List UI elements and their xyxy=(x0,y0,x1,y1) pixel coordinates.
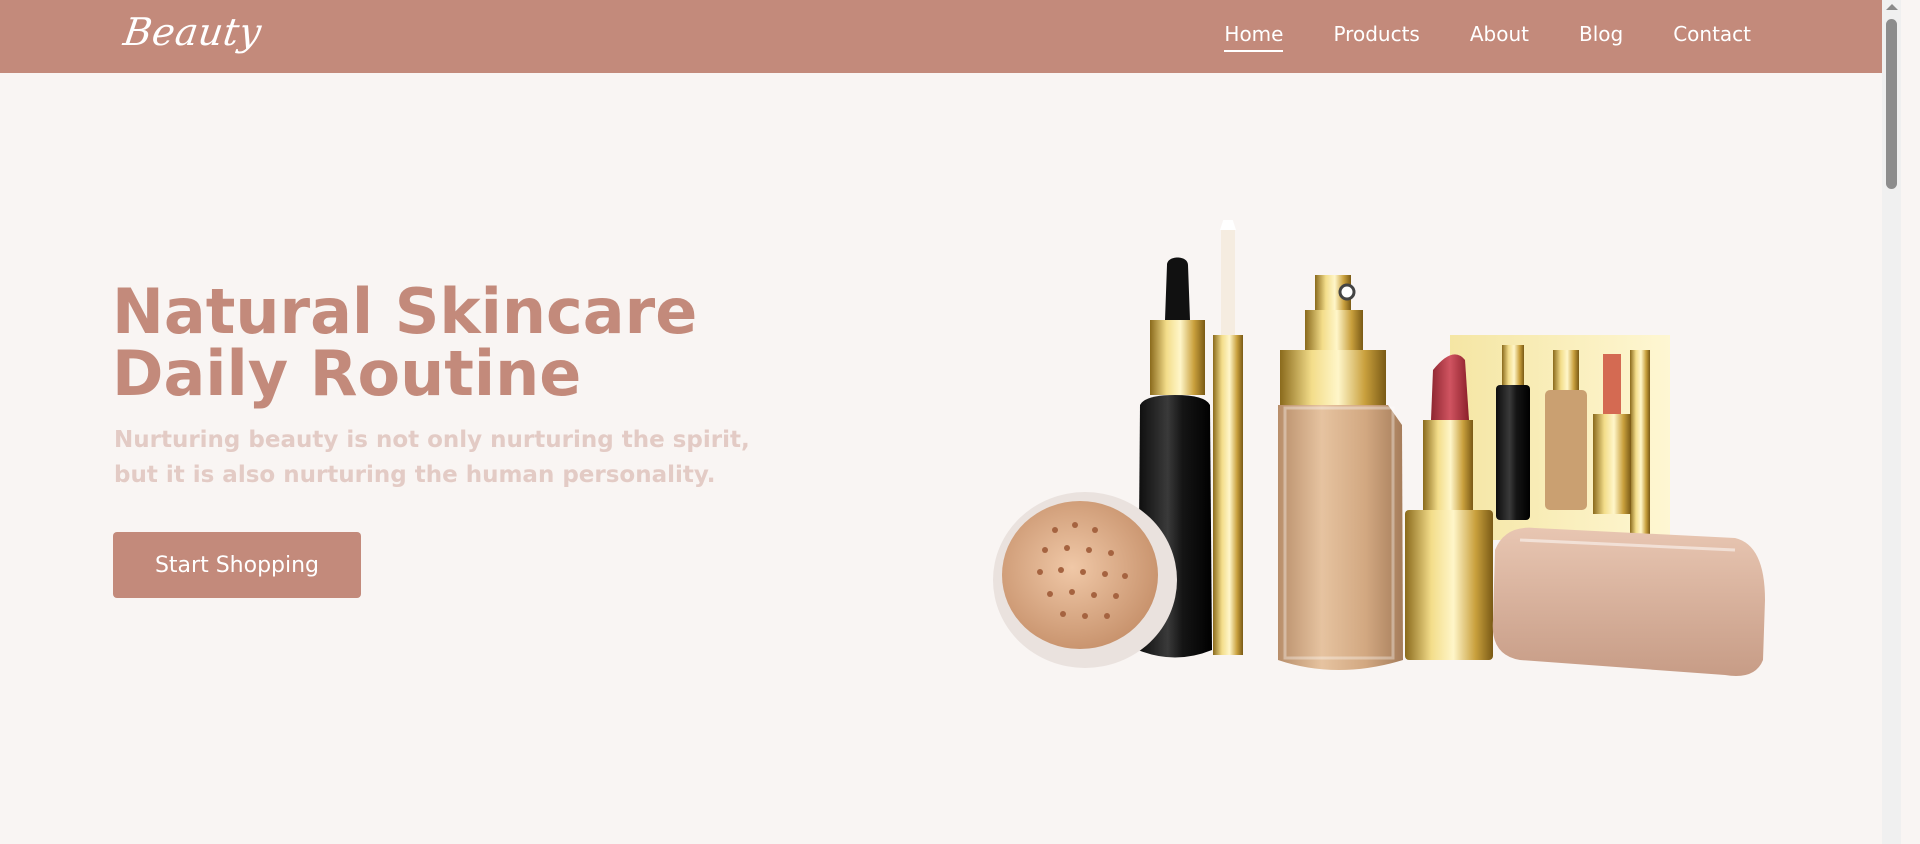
nav-item-contact[interactable]: Contact xyxy=(1673,22,1751,52)
nav-item-home[interactable]: Home xyxy=(1224,22,1284,52)
scrollbar[interactable] xyxy=(1882,0,1901,844)
hero-subtitle: Nurturing beauty is not only nurturing t… xyxy=(114,423,750,493)
cosmetics-products-image xyxy=(993,220,1765,676)
site-header: Beauty Home Products About Blog Contact xyxy=(0,0,1901,73)
nav-item-products[interactable]: Products xyxy=(1333,22,1419,52)
page: Beauty Home Products About Blog Contact … xyxy=(0,0,1901,844)
nav-item-about[interactable]: About xyxy=(1470,22,1529,52)
hero-subtitle-line-1: Nurturing beauty is not only nurturing t… xyxy=(114,427,750,453)
hero-title-line-2: Daily Routine xyxy=(112,337,582,410)
hero-subtitle-line-2: but it is also nurturing the human perso… xyxy=(114,462,716,488)
main-nav: Home Products About Blog Contact xyxy=(1224,22,1751,52)
hero-title: Natural Skincare Daily Routine xyxy=(112,281,697,405)
hero-title-line-1: Natural Skincare xyxy=(112,275,698,348)
scroll-up-arrow-icon[interactable] xyxy=(1886,4,1898,10)
nav-item-blog[interactable]: Blog xyxy=(1579,22,1623,52)
scroll-thumb[interactable] xyxy=(1886,19,1897,189)
logo[interactable]: Beauty xyxy=(121,10,264,54)
start-shopping-button[interactable]: Start Shopping xyxy=(113,532,361,598)
